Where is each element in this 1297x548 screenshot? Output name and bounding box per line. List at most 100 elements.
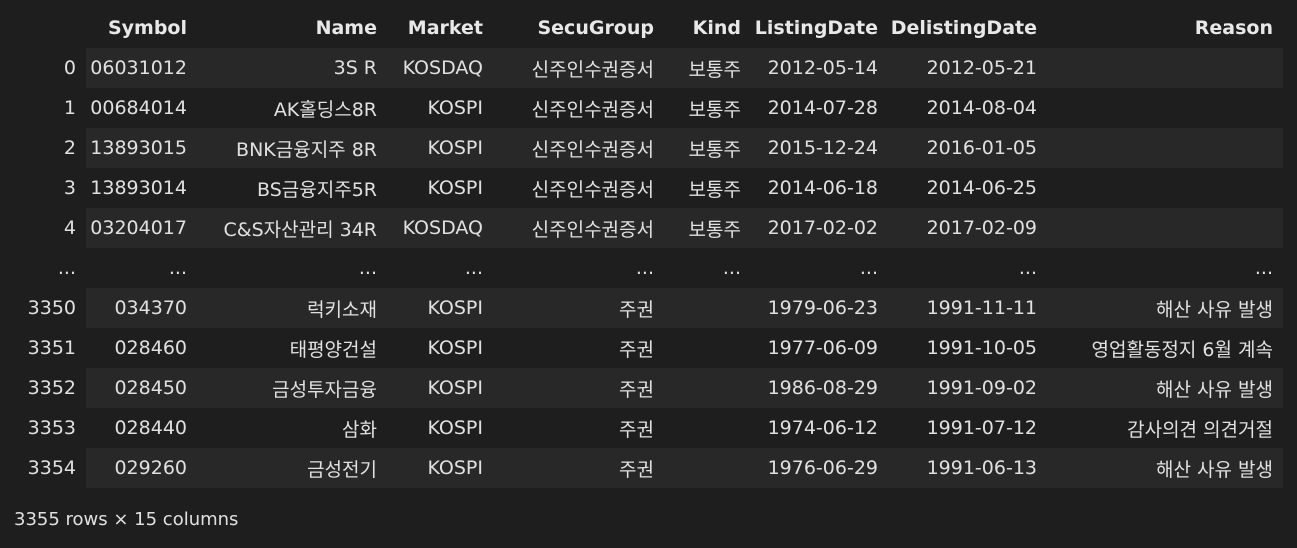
name-cell: C&S자산관리 34R xyxy=(197,208,387,248)
symbol-cell: 028440 xyxy=(86,408,197,448)
market-cell: ... xyxy=(387,248,493,288)
reason-header: Reason xyxy=(1047,8,1283,48)
table-row: 1 00684014 AK홀딩스8R KOSPI 신주인수권증서 보통주 2014-07-2… xyxy=(14,88,1283,128)
secugroup-cell: 주권 xyxy=(493,448,664,488)
listingdate-cell: 2014-07-28 xyxy=(751,88,888,128)
kind-header: Kind xyxy=(664,8,751,48)
row-index: 4 xyxy=(63,217,76,239)
market-cell: KOSPI xyxy=(387,448,493,488)
delistingdate-cell: 2016-01-05 xyxy=(888,128,1047,168)
market-cell: KOSPI xyxy=(387,408,493,448)
listingdate-cell: 1976-06-29 xyxy=(751,448,888,488)
delistingdate-cell: 1991-11-11 xyxy=(888,288,1047,328)
listingdate-header: ListingDate xyxy=(751,8,888,48)
listingdate-cell: 1977-06-09 xyxy=(751,328,888,368)
row-index: 3352 xyxy=(27,377,76,399)
row-index: 3353 xyxy=(27,417,76,439)
symbol-cell: 13893014 xyxy=(86,168,197,208)
row-index: 2 xyxy=(63,137,76,159)
secugroup-cell: 신주인수권증서 xyxy=(493,208,664,248)
listingdate-cell: 2014-06-18 xyxy=(751,168,888,208)
secugroup-cell: 신주인수권증서 xyxy=(493,48,664,88)
listingdate-cell: 2017-02-02 xyxy=(751,208,888,248)
table-row: 3352 028450 금성투자금융 KOSPI 주권 1986-08-29 1991-09… xyxy=(14,368,1283,408)
name-cell: ... xyxy=(197,248,387,288)
reason-cell: 감사의견 의견거절 xyxy=(1047,408,1283,448)
market-cell: KOSPI xyxy=(387,288,493,328)
symbol-cell: 028450 xyxy=(86,368,197,408)
symbol-cell: 03204017 xyxy=(86,208,197,248)
market-cell: KOSPI xyxy=(387,168,493,208)
listingdate-cell: 1974-06-12 xyxy=(751,408,888,448)
symbol-cell: 06031012 xyxy=(86,48,197,88)
reason-cell xyxy=(1047,208,1283,248)
table-row: 3351 028460 태평양건설 KOSPI 주권 1977-06-09 1991-10-… xyxy=(14,328,1283,368)
listingdate-cell: 2012-05-14 xyxy=(751,48,888,88)
secugroup-cell: 신주인수권증서 xyxy=(493,128,664,168)
symbol-header: Symbol xyxy=(86,8,197,48)
kind-cell: 보통주 xyxy=(664,208,751,248)
reason-cell xyxy=(1047,128,1283,168)
symbol-cell: 029260 xyxy=(86,448,197,488)
row-index: 0 xyxy=(63,57,76,79)
table-row: 2 13893015 BNK금융지주 8R KOSPI 신주인수권증서 보통주 2015-1… xyxy=(14,128,1283,168)
delistingdate-cell: 2017-02-09 xyxy=(888,208,1047,248)
listingdate-cell: 1979-06-23 xyxy=(751,288,888,328)
row-index: 3354 xyxy=(27,457,76,479)
kind-cell xyxy=(664,328,751,368)
symbol-cell: 00684014 xyxy=(86,88,197,128)
kind-cell xyxy=(664,368,751,408)
dataframe-table: Symbol Name Market SecuGroup Kind ListingDate… xyxy=(14,8,1283,488)
kind-cell xyxy=(664,448,751,488)
name-header: Name xyxy=(197,8,387,48)
index-header xyxy=(14,8,86,48)
market-cell: KOSPI xyxy=(387,328,493,368)
row-index: 3351 xyxy=(27,337,76,359)
name-cell: 금성투자금융 xyxy=(197,368,387,408)
symbol-cell: 028460 xyxy=(86,328,197,368)
reason-cell xyxy=(1047,48,1283,88)
name-cell: BS금융지주5R xyxy=(197,168,387,208)
delistingdate-cell: 1991-07-12 xyxy=(888,408,1047,448)
table-row: 4 03204017 C&S자산관리 34R KOSDAQ 신주인수권증서 보통주 2017… xyxy=(14,208,1283,248)
name-cell: 삼화 xyxy=(197,408,387,448)
row-index: 3350 xyxy=(27,297,76,319)
secugroup-header: SecuGroup xyxy=(493,8,664,48)
table-body: 0 06031012 3S R KOSDAQ 신주인수권증서 보통주 2012-05-14 2… xyxy=(14,48,1283,488)
secugroup-cell: 주권 xyxy=(493,328,664,368)
reason-cell xyxy=(1047,88,1283,128)
delistingdate-header: DelistingDate xyxy=(888,8,1047,48)
name-cell: 태평양건설 xyxy=(197,328,387,368)
delistingdate-cell: ... xyxy=(888,248,1047,288)
name-cell: BNK금융지주 8R xyxy=(197,128,387,168)
name-cell: 럭키소재 xyxy=(197,288,387,328)
delistingdate-cell: 1991-06-13 xyxy=(888,448,1047,488)
secugroup-cell: ... xyxy=(493,248,664,288)
delistingdate-cell: 2014-08-04 xyxy=(888,88,1047,128)
reason-cell xyxy=(1047,168,1283,208)
reason-cell: 해산 사유 발생 xyxy=(1047,368,1283,408)
kind-cell: 보통주 xyxy=(664,88,751,128)
kind-cell: ... xyxy=(664,248,751,288)
symbol-cell: ... xyxy=(86,248,197,288)
market-header: Market xyxy=(387,8,493,48)
reason-cell: ... xyxy=(1047,248,1283,288)
dataframe-shape-label: 3355 rows × 15 columns xyxy=(14,509,239,530)
row-index: 3 xyxy=(63,177,76,199)
delistingdate-cell: 1991-10-05 xyxy=(888,328,1047,368)
listingdate-cell: 2015-12-24 xyxy=(751,128,888,168)
reason-cell: 영업활동정지 6월 계속 xyxy=(1047,328,1283,368)
symbol-cell: 13893015 xyxy=(86,128,197,168)
dataframe-output: Symbol Name Market SecuGroup Kind ListingDate… xyxy=(0,0,1297,548)
table-row: 3350 034370 럭키소재 KOSPI 주권 1979-06-23 1991-11-1… xyxy=(14,288,1283,328)
listingdate-cell: 1986-08-29 xyxy=(751,368,888,408)
table-row: ........................... xyxy=(14,248,1283,288)
table-row: 3353 028440 삼화 KOSPI 주권 1974-06-12 1991-07-12 감… xyxy=(14,408,1283,448)
name-cell: AK홀딩스8R xyxy=(197,88,387,128)
table-row: 3 13893014 BS금융지주5R KOSPI 신주인수권증서 보통주 2014-06-… xyxy=(14,168,1283,208)
listingdate-cell: ... xyxy=(751,248,888,288)
secugroup-cell: 신주인수권증서 xyxy=(493,88,664,128)
header-row: Symbol Name Market SecuGroup Kind ListingDate… xyxy=(14,8,1283,48)
reason-cell: 해산 사유 발생 xyxy=(1047,448,1283,488)
row-index: 1 xyxy=(63,97,76,119)
